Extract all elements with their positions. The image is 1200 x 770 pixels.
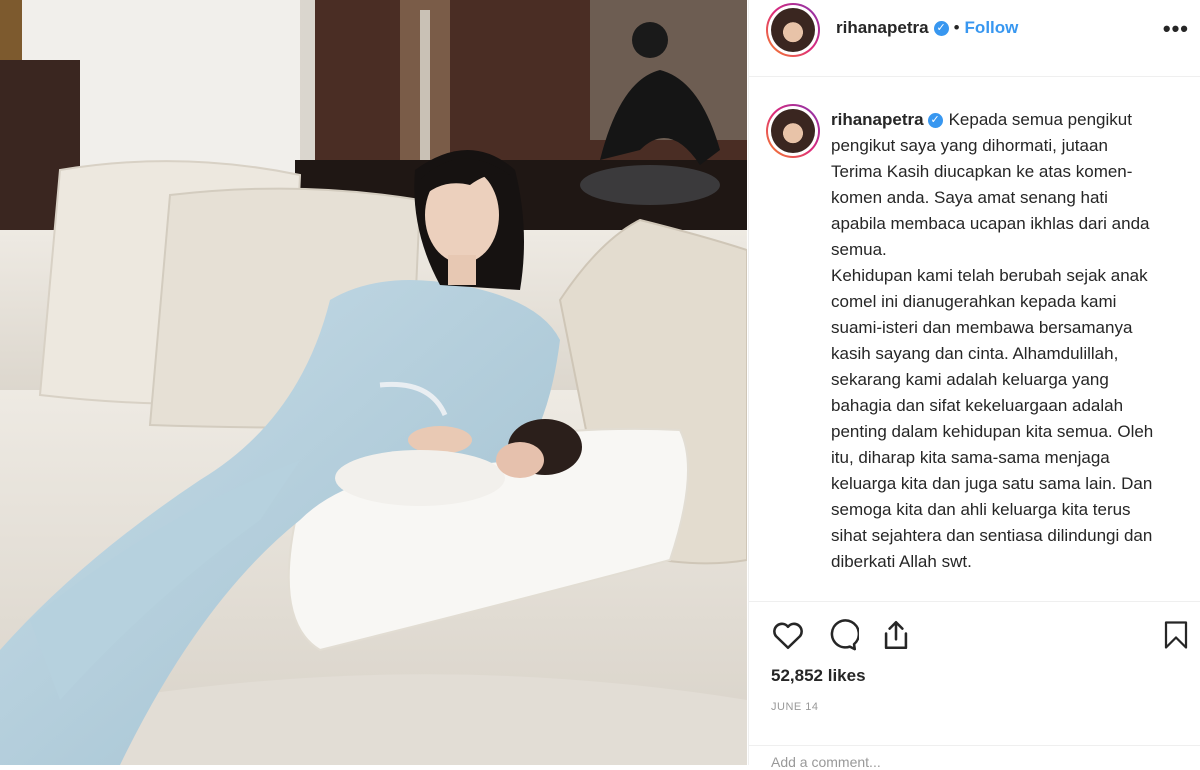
heart-icon[interactable] — [771, 618, 805, 652]
comment-bar[interactable]: Add a comment... — [749, 745, 1200, 770]
bookmark-icon[interactable] — [1161, 618, 1191, 652]
post-actions: 52,852 likes JUNE 14 Add a comment... — [749, 601, 1200, 770]
header-username[interactable]: rihanapetra — [836, 18, 929, 37]
likes-count[interactable]: 52,852 likes — [771, 666, 866, 686]
caption-verified-badge-icon: ✓ — [927, 113, 943, 129]
header-user-line: rihanapetra ✓ • Follow — [836, 18, 1018, 38]
comment-bubble-icon[interactable] — [825, 618, 859, 652]
author-avatar[interactable] — [766, 3, 820, 57]
photo-illustration — [0, 0, 747, 765]
more-options-icon[interactable]: ••• — [1163, 16, 1189, 42]
post-photo[interactable] — [0, 0, 747, 765]
caption-area: rihanapetra ✓ Kepada semua pengikut pengik… — [749, 77, 1200, 601]
header-separator: • — [953, 18, 960, 37]
share-icon[interactable] — [879, 618, 913, 652]
post-header: rihanapetra ✓ • Follow ••• — [749, 0, 1200, 77]
comment-input[interactable]: Add a comment... — [771, 754, 881, 770]
follow-button[interactable]: Follow — [965, 18, 1019, 37]
caption-username[interactable]: rihanapetra — [831, 110, 924, 129]
verified-badge-icon: ✓ — [933, 21, 949, 37]
caption-text: Kepada semua pengikut pengikut saya yang… — [831, 110, 1154, 571]
caption-author-avatar[interactable] — [766, 104, 820, 158]
post-date[interactable]: JUNE 14 — [771, 701, 819, 713]
post-side-panel: rihanapetra ✓ • Follow ••• rihanapetra ✓ Kepa… — [748, 0, 1200, 770]
caption: rihanapetra ✓ Kepada semua pengikut pengik… — [831, 107, 1161, 575]
